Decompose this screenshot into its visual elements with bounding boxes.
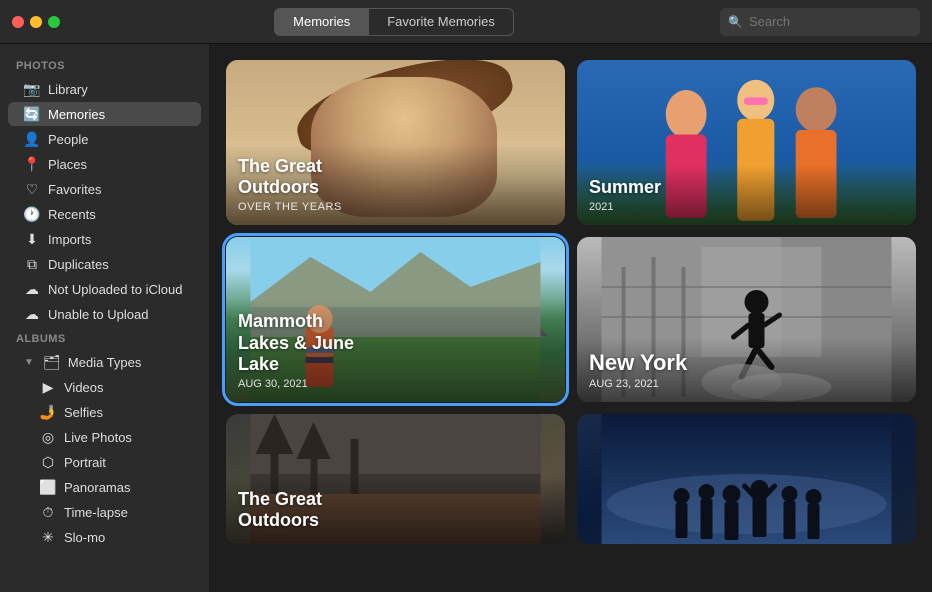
memories-grid: The GreatOutdoors OVER THE YEARS [226, 60, 916, 544]
memory-card-new-york[interactable]: New York AUG 23, 2021 [577, 237, 916, 402]
not-uploaded-label: Not Uploaded to iCloud [48, 282, 182, 297]
selfies-label: Selfies [64, 405, 103, 420]
memory-card-silhouette[interactable] [577, 414, 916, 544]
memory-card-mammoth[interactable]: MammothLakes & JuneLake AUG 30, 2021 [226, 237, 565, 402]
portrait-icon: ⬡ [40, 454, 56, 470]
titlebar: Memories Favorite Memories 🔍 [0, 0, 932, 44]
sidebar-item-not-uploaded[interactable]: ☁ Not Uploaded to iCloud [8, 277, 201, 301]
sidebar-item-favorites[interactable]: ♡ Favorites [8, 177, 201, 201]
panoramas-label: Panoramas [64, 480, 130, 495]
memories-label: Memories [48, 107, 105, 122]
sidebar-item-media-types[interactable]: ▼ 🗂 Media Types [8, 350, 201, 374]
memories-tab[interactable]: Memories [274, 8, 368, 36]
search-bar[interactable]: 🔍 [720, 8, 920, 36]
favorites-label: Favorites [48, 182, 101, 197]
search-input[interactable] [749, 14, 912, 29]
main-layout: Photos 📷 Library 🔄 Memories 👤 People 📍 P… [0, 44, 932, 592]
minimize-button[interactable] [30, 16, 42, 28]
photos-section-label: Photos [0, 54, 209, 76]
media-types-icon: 🗂 [44, 354, 60, 370]
close-button[interactable] [12, 16, 24, 28]
imports-icon: ⬇ [24, 231, 40, 247]
card-subtitle: OVER THE YEARS [238, 201, 553, 213]
people-icon: 👤 [24, 131, 40, 147]
duplicates-icon: ⧉ [24, 256, 40, 272]
traffic-lights [12, 16, 60, 28]
sidebar-item-live-photos[interactable]: ◎ Live Photos [8, 425, 201, 449]
favorites-icon: ♡ [24, 181, 40, 197]
sidebar-item-library[interactable]: 📷 Library [8, 77, 201, 101]
sidebar-item-videos[interactable]: ▶ Videos [8, 375, 201, 399]
tab-bar: Memories Favorite Memories [76, 8, 712, 36]
sidebar-item-panoramas[interactable]: ⬜ Panoramas [8, 475, 201, 499]
library-label: Library [48, 82, 88, 97]
card-overlay: MammothLakes & JuneLake AUG 30, 2021 [226, 299, 565, 402]
sidebar-item-slo-mo[interactable]: ✳ Slo-mo [8, 525, 201, 549]
unable-upload-label: Unable to Upload [48, 307, 148, 322]
memories-icon: 🔄 [24, 106, 40, 122]
unable-upload-icon: ☁ [24, 306, 40, 322]
favorite-memories-tab[interactable]: Favorite Memories [368, 8, 514, 36]
card-title: New York [589, 350, 904, 376]
sidebar-item-places[interactable]: 📍 Places [8, 152, 201, 176]
card-date: 2021 [589, 201, 904, 213]
people-label: People [48, 132, 88, 147]
card-date: AUG 30, 2021 [238, 378, 553, 390]
panoramas-icon: ⬜ [40, 479, 56, 495]
live-photos-icon: ◎ [40, 429, 56, 445]
sidebar-item-time-lapse[interactable]: ⏱ Time-lapse [8, 500, 201, 524]
memory-card-great-outdoors-2[interactable]: The GreatOutdoors [226, 414, 565, 544]
card-title: MammothLakes & JuneLake [238, 311, 553, 376]
time-lapse-icon: ⏱ [40, 504, 56, 520]
maximize-button[interactable] [48, 16, 60, 28]
time-lapse-label: Time-lapse [64, 505, 128, 520]
not-uploaded-icon: ☁ [24, 281, 40, 297]
imports-label: Imports [48, 232, 91, 247]
slo-mo-label: Slo-mo [64, 530, 105, 545]
sidebar-item-unable-upload[interactable]: ☁ Unable to Upload [8, 302, 201, 326]
places-label: Places [48, 157, 87, 172]
expand-arrow-icon: ▼ [24, 357, 34, 368]
duplicates-label: Duplicates [48, 257, 109, 272]
videos-label: Videos [64, 380, 104, 395]
videos-icon: ▶ [40, 379, 56, 395]
media-types-label: Media Types [68, 355, 141, 370]
card-title: Summer [589, 177, 904, 199]
portrait-label: Portrait [64, 455, 106, 470]
sidebar-item-imports[interactable]: ⬇ Imports [8, 227, 201, 251]
recents-icon: 🕐 [24, 206, 40, 222]
slo-mo-icon: ✳ [40, 529, 56, 545]
selfies-icon: 🤳 [40, 404, 56, 420]
card-title: The GreatOutdoors [238, 489, 553, 532]
live-photos-label: Live Photos [64, 430, 132, 445]
card-overlay: Summer 2021 [577, 165, 916, 225]
card-title: The GreatOutdoors [238, 156, 553, 199]
sidebar-item-recents[interactable]: 🕐 Recents [8, 202, 201, 226]
recents-label: Recents [48, 207, 96, 222]
sidebar-item-memories[interactable]: 🔄 Memories [8, 102, 201, 126]
places-icon: 📍 [24, 156, 40, 172]
memory-card-summer[interactable]: Summer 2021 [577, 60, 916, 225]
search-icon: 🔍 [728, 15, 743, 29]
sidebar-item-people[interactable]: 👤 People [8, 127, 201, 151]
sidebar-item-duplicates[interactable]: ⧉ Duplicates [8, 252, 201, 276]
sidebar-item-portrait[interactable]: ⬡ Portrait [8, 450, 201, 474]
library-icon: 📷 [24, 81, 40, 97]
albums-section-label: Albums [0, 327, 209, 349]
memories-content: The GreatOutdoors OVER THE YEARS [210, 44, 932, 592]
card-overlay: The GreatOutdoors [226, 477, 565, 544]
memory-card-great-outdoors[interactable]: The GreatOutdoors OVER THE YEARS [226, 60, 565, 225]
card-date: AUG 23, 2021 [589, 378, 904, 390]
sidebar-item-selfies[interactable]: 🤳 Selfies [8, 400, 201, 424]
card-overlay: New York AUG 23, 2021 [577, 338, 916, 402]
card-overlay: The GreatOutdoors OVER THE YEARS [226, 144, 565, 225]
sidebar: Photos 📷 Library 🔄 Memories 👤 People 📍 P… [0, 44, 210, 592]
